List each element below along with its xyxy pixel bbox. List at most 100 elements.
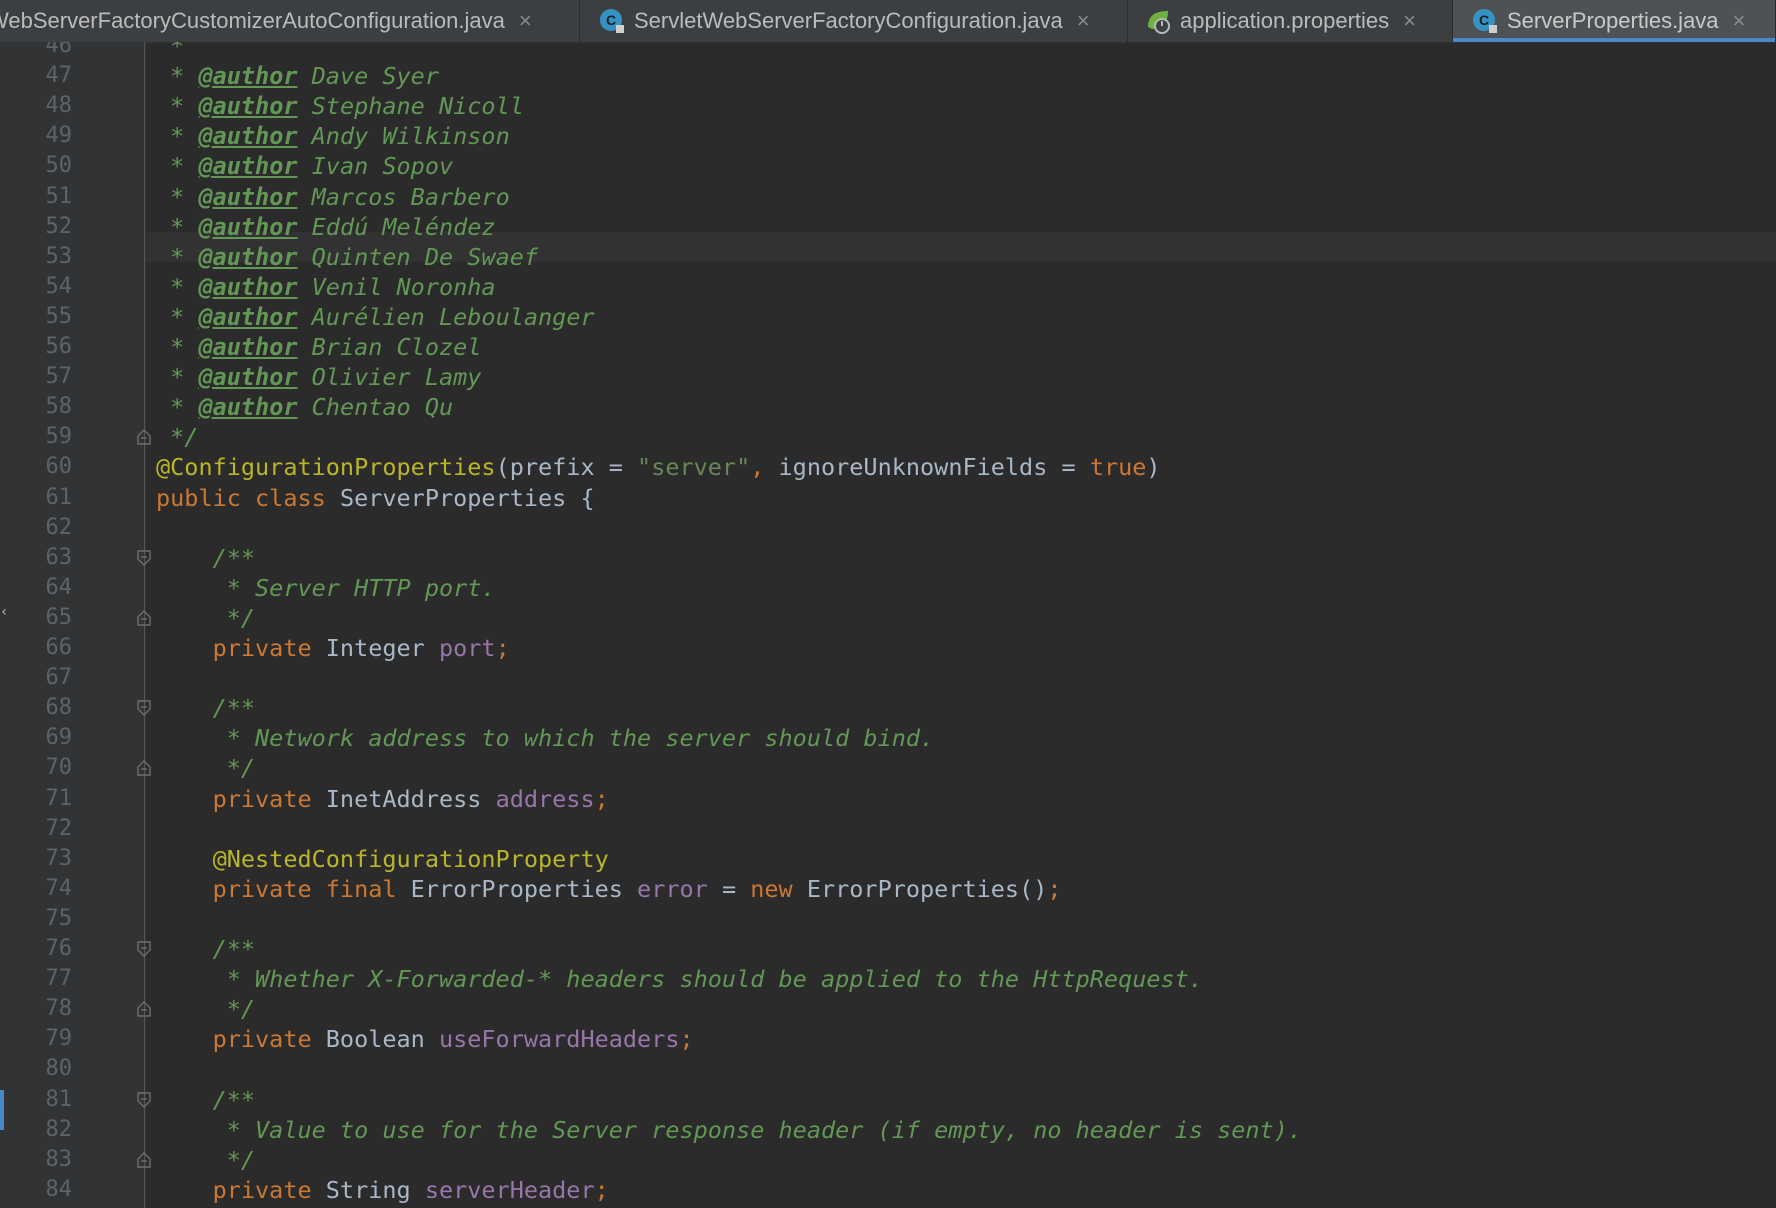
code-line[interactable]: 53 * @author Quinten De Swaef xyxy=(0,242,1776,272)
code-line[interactable]: 56 * @author Brian Clozel xyxy=(0,332,1776,362)
code-line[interactable]: 72 xyxy=(0,814,1776,844)
close-icon[interactable]: × xyxy=(1077,8,1090,34)
line-number: 66 xyxy=(45,635,73,660)
code-token: /** xyxy=(156,543,256,572)
code-token: ; xyxy=(594,784,609,813)
code-token: Dave Syer xyxy=(297,62,439,91)
svg-text:C: C xyxy=(606,12,616,28)
fold-end-icon[interactable] xyxy=(137,429,151,445)
line-number: 67 xyxy=(45,665,73,691)
fold-start-icon[interactable] xyxy=(137,941,151,957)
code-text: * @author Quinten De Swaef xyxy=(156,242,538,272)
code-token: InetAddress xyxy=(325,784,496,813)
code-line[interactable]: 54 * @author Venil Noronha xyxy=(0,272,1776,302)
code-token: * xyxy=(156,182,199,211)
fold-start-icon[interactable] xyxy=(137,700,151,717)
fold-end-icon[interactable] xyxy=(137,760,151,777)
code-text: /** xyxy=(156,543,255,573)
code-line[interactable]: 68 /** xyxy=(0,693,1776,723)
code-token: public class xyxy=(156,483,340,512)
code-token: ) xyxy=(1146,453,1161,482)
code-token: */ xyxy=(156,754,256,783)
code-line[interactable]: 80 xyxy=(0,1054,1776,1084)
code-token: new xyxy=(750,874,807,903)
code-token: (prefix = xyxy=(495,453,638,482)
fold-start-icon[interactable] xyxy=(137,549,151,566)
line-number: 84 xyxy=(45,1176,73,1202)
code-line[interactable]: 66 private Integer port; xyxy=(0,633,1776,663)
code-line[interactable]: 74 private final ErrorProperties error =… xyxy=(0,874,1776,904)
code-line[interactable]: 47 * @author Dave Syer xyxy=(0,61,1776,91)
code-text: * @author Eddú Meléndez xyxy=(156,212,496,242)
code-line[interactable]: 70 */ xyxy=(0,753,1776,783)
code-line[interactable]: 58 * @author Chentao Qu xyxy=(0,392,1776,422)
line-number: 80 xyxy=(45,1056,73,1082)
code-line[interactable]: 52 * @author Eddú Meléndez xyxy=(0,212,1776,242)
code-line[interactable]: 76 /** xyxy=(0,934,1776,964)
code-text: * Value to use for the Server response h… xyxy=(156,1115,1302,1145)
code-token: @author xyxy=(198,272,298,301)
code-editor[interactable]: 46 * 47 * @author Dave Syer 48 * @author S… xyxy=(0,42,1776,1208)
code-line[interactable]: 59 */ xyxy=(0,422,1776,452)
code-text: * xyxy=(156,42,184,61)
code-token: @author xyxy=(198,212,298,241)
code-text: * @author Brian Clozel xyxy=(156,332,481,362)
line-number: 56 xyxy=(45,334,73,359)
fold-start-icon[interactable] xyxy=(137,1091,151,1108)
close-icon[interactable]: × xyxy=(1403,8,1416,34)
code-line[interactable]: 83 */ xyxy=(0,1145,1776,1175)
code-token: @author xyxy=(198,62,298,91)
code-token: * xyxy=(156,92,199,121)
code-token: * xyxy=(156,242,199,271)
code-text: * @author Chentao Qu xyxy=(156,392,453,422)
line-number: 63 xyxy=(45,544,73,570)
code-line[interactable]: 84 private String serverHeader; xyxy=(0,1175,1776,1205)
code-text: /** xyxy=(156,693,255,723)
code-line[interactable]: 65 */ xyxy=(0,603,1776,633)
code-token: ignoreUnknownFields = xyxy=(764,453,1090,482)
code-token: ServerProperties { xyxy=(339,483,595,512)
code-text: * Network address to which the server sh… xyxy=(156,723,934,753)
code-line[interactable]: 67 xyxy=(0,663,1776,693)
code-line[interactable]: 61 public class ServerProperties { xyxy=(0,483,1776,513)
code-line[interactable]: 51 * @author Marcos Barbero xyxy=(0,182,1776,212)
code-text: * Whether X-Forwarded-* headers should b… xyxy=(156,964,1203,994)
code-line[interactable]: 63 /** xyxy=(0,543,1776,573)
code-line[interactable]: 64 * Server HTTP port. xyxy=(0,573,1776,603)
line-number: 64 xyxy=(45,574,73,600)
line-number: 46 xyxy=(45,42,73,58)
code-line[interactable]: 46 * xyxy=(0,42,1776,61)
close-icon[interactable]: × xyxy=(1733,8,1746,34)
code-line[interactable]: 82 * Value to use for the Server respons… xyxy=(0,1115,1776,1145)
code-text: @ConfigurationProperties(prefix = "serve… xyxy=(156,452,1161,482)
code-line[interactable]: 48 * @author Stephane Nicoll xyxy=(0,91,1776,121)
code-line[interactable]: 79 private Boolean useForwardHeaders; xyxy=(0,1024,1776,1054)
fold-end-icon[interactable] xyxy=(137,609,151,626)
code-token: Eddú Meléndez xyxy=(297,212,496,241)
code-line[interactable]: 60 @ConfigurationProperties(prefix = "ser… xyxy=(0,452,1776,482)
code-token: @author xyxy=(198,333,298,361)
code-line[interactable]: 75 xyxy=(0,904,1776,934)
line-number: 61 xyxy=(45,484,73,510)
code-token: Brian Clozel xyxy=(297,333,482,361)
tab-application-properties[interactable]: application.properties × xyxy=(1128,0,1453,42)
code-line[interactable]: 57 * @author Olivier Lamy xyxy=(0,362,1776,392)
fold-end-icon[interactable] xyxy=(137,1001,151,1017)
code-line[interactable]: 62 xyxy=(0,513,1776,543)
code-token: @author xyxy=(198,302,298,331)
code-line[interactable]: 71 private InetAddress address; xyxy=(0,784,1776,814)
code-line[interactable]: 50 * @author Ivan Sopov xyxy=(0,151,1776,181)
close-icon[interactable]: × xyxy=(519,8,532,34)
code-line[interactable]: 78 */ xyxy=(0,994,1776,1024)
code-line[interactable]: 69 * Network address to which the server… xyxy=(0,723,1776,753)
code-line[interactable]: 77 * Whether X-Forwarded-* headers shoul… xyxy=(0,964,1776,994)
code-token: @author xyxy=(198,152,298,181)
tab-serverproperties[interactable]: C ServerProperties.java × xyxy=(1453,0,1776,42)
tab-servletwebserverfactoryconfiguration[interactable]: C ServletWebServerFactoryConfiguration.j… xyxy=(580,0,1128,42)
fold-end-icon[interactable] xyxy=(137,1151,151,1168)
code-line[interactable]: 73 @NestedConfigurationProperty xyxy=(0,844,1776,874)
code-line[interactable]: 55 * @author Aurélien Leboulanger xyxy=(0,302,1776,332)
code-line[interactable]: 49 * @author Andy Wilkinson xyxy=(0,121,1776,151)
code-line[interactable]: 81 /** xyxy=(0,1085,1776,1115)
tab-webserverfactorycustomizerautoconfiguration[interactable]: WebServerFactoryCustomizerAutoConfigurat… xyxy=(0,0,580,42)
